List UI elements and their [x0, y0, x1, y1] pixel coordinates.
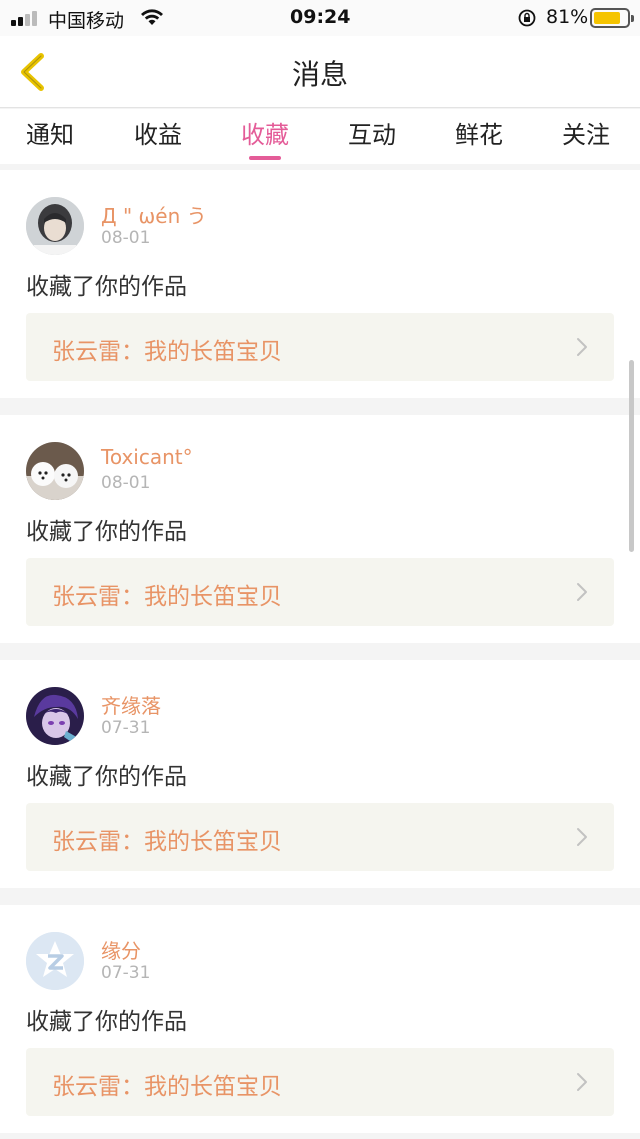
tab-interactions[interactable]: 互动 [348, 115, 396, 150]
tab-flowers[interactable]: 鲜花 [455, 115, 503, 150]
message-text: 收藏了你的作品 [26, 274, 187, 300]
user-name[interactable]: 齐缘落 [101, 690, 161, 719]
tab-earnings[interactable]: 收益 [134, 115, 182, 150]
message-date: 08-01 [101, 228, 151, 248]
message-item: Toxicant° 08-01 收藏了你的作品 张云雷：我的长笛宝贝 [0, 415, 640, 643]
active-tab-indicator [249, 156, 281, 160]
battery-icon [590, 8, 634, 28]
tab-favorites[interactable]: 收藏 [241, 115, 289, 160]
clock: 09:24 [290, 6, 351, 28]
photo-avatar-icon [26, 197, 84, 255]
message-date: 07-31 [101, 963, 151, 983]
page-title: 消息 [291, 58, 348, 91]
work-title: 张云雷：我的长笛宝贝 [52, 584, 282, 610]
message-text: 收藏了你的作品 [26, 519, 187, 545]
qq-default-avatar-icon [26, 932, 84, 990]
message-date: 08-01 [101, 473, 151, 493]
user-name[interactable]: 缘分 [101, 935, 141, 964]
avatar[interactable] [26, 197, 84, 255]
chevron-right-icon [577, 1073, 587, 1091]
message-text: 收藏了你的作品 [26, 1009, 187, 1035]
work-title: 张云雷：我的长笛宝贝 [52, 1074, 282, 1100]
anime-avatar-icon [26, 687, 84, 745]
status-bar: 中国移动 09:24 81% [0, 0, 640, 36]
chevron-right-icon [577, 338, 587, 356]
tab-bar: 通知 收益 收藏 互动 鲜花 关注 [0, 109, 640, 164]
dogs-avatar-icon [26, 442, 84, 500]
avatar[interactable] [26, 932, 84, 990]
chevron-right-icon [577, 828, 587, 846]
work-link[interactable]: 张云雷：我的长笛宝贝 [26, 803, 614, 871]
carrier-label: 中国移动 [48, 10, 125, 32]
user-name[interactable]: Toxicant° [101, 445, 193, 469]
rotation-lock-icon [518, 9, 536, 27]
avatar[interactable] [26, 687, 84, 745]
message-text: 收藏了你的作品 [26, 764, 187, 790]
nav-bar: 消息 [0, 36, 640, 108]
work-link[interactable]: 张云雷：我的长笛宝贝 [26, 1048, 614, 1116]
tab-notifications[interactable]: 通知 [26, 115, 74, 150]
message-date: 07-31 [101, 718, 151, 738]
signal-icon [11, 10, 41, 26]
work-title: 张云雷：我的长笛宝贝 [52, 339, 282, 365]
chevron-right-icon [577, 583, 587, 601]
wifi-icon [141, 9, 163, 25]
battery-percent: 81% [546, 6, 589, 28]
work-link[interactable]: 张云雷：我的长笛宝贝 [26, 313, 614, 381]
message-item: 齐缘落 07-31 收藏了你的作品 张云雷：我的长笛宝贝 [0, 660, 640, 888]
message-item: Д " ωén う 08-01 收藏了你的作品 张云雷：我的长笛宝贝 [0, 170, 640, 398]
avatar[interactable] [26, 442, 84, 500]
work-link[interactable]: 张云雷：我的长笛宝贝 [26, 558, 614, 626]
message-item: 缘分 07-31 收藏了你的作品 张云雷：我的长笛宝贝 [0, 905, 640, 1133]
tab-follows[interactable]: 关注 [562, 115, 610, 150]
scrollbar[interactable] [629, 360, 634, 552]
user-name[interactable]: Д " ωén う [101, 200, 207, 229]
work-title: 张云雷：我的长笛宝贝 [52, 829, 282, 855]
